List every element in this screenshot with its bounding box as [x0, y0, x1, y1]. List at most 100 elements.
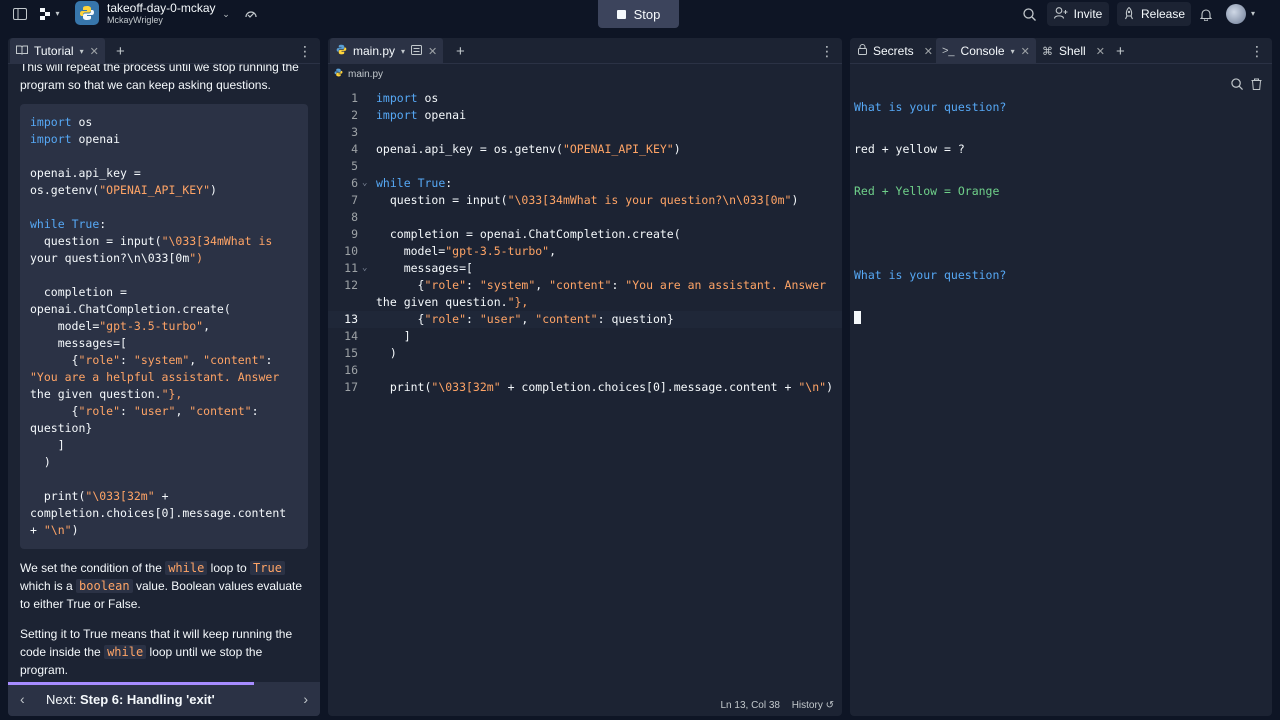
console-tabbar: Secrets ✕ >_ Console ▾ ✕ ⌘ Shell ✕ + ⋮ [850, 38, 1272, 64]
avatar[interactable] [1226, 4, 1246, 24]
code-editor[interactable]: 1 import os 2 import openai 3 4 openai.api_key… [328, 90, 842, 396]
sidebar-toggle-icon[interactable] [12, 6, 28, 22]
history-button[interactable]: History ↺ [792, 700, 834, 711]
bell-icon[interactable] [1198, 6, 1214, 22]
repl-title[interactable]: takeoff-day-0-mckay [107, 1, 216, 15]
tab-main-py[interactable]: main.py ▾ ✕ [330, 38, 444, 64]
tab-tutorial[interactable]: Tutorial ▾ ✕ [10, 38, 105, 64]
code-text: messages=[ [376, 261, 473, 275]
line-number: 6 [351, 176, 358, 190]
line-number: 7 [351, 193, 358, 207]
code-line[interactable]: 15 ) [328, 345, 842, 362]
repl-status-icon[interactable] [243, 6, 259, 22]
invite-label: Invite [1073, 7, 1103, 21]
line-number: 3 [351, 125, 358, 139]
close-icon[interactable]: ✕ [924, 45, 933, 58]
tab-shell-label: Shell [1059, 44, 1086, 58]
line-number: 17 [344, 380, 358, 394]
add-tab-icon[interactable]: + [116, 43, 125, 60]
code-line[interactable]: 9 completion = openai.ChatCompletion.cre… [328, 226, 842, 243]
code-line[interactable]: 7 question = input("\033[34mWhat is your… [328, 192, 842, 209]
editor-pane: main.py ▾ ✕ + ⋮ main.py 1 import os 2 impor… [328, 38, 842, 716]
console-output[interactable]: What is your question? red + yellow = ? … [854, 72, 1272, 352]
next-step-bar[interactable]: ‹ Next: Step 6: Handling 'exit' › [8, 682, 320, 716]
terminal-icon: >_ [942, 45, 955, 57]
code-line[interactable]: 13 {"role": "user", "content": question} [328, 311, 842, 328]
chevron-down-icon[interactable]: ▾ [80, 47, 84, 56]
breadcrumb-file[interactable]: main.py [348, 69, 383, 80]
line-number: 4 [351, 142, 358, 156]
chevron-down-icon[interactable]: ▾ [401, 47, 405, 56]
avatar-chevron-icon[interactable]: ▾ [1248, 9, 1258, 19]
code-text: import openai [376, 108, 467, 122]
cursor-position[interactable]: Ln 13, Col 38 [721, 700, 781, 711]
text-span: We set the condition of the [20, 561, 166, 575]
code-text: {"role": "user", "content": question} [376, 312, 674, 326]
chevron-left-icon[interactable]: ‹ [20, 691, 25, 707]
replit-menu-icon[interactable]: ▾ [38, 6, 62, 22]
code-line[interactable]: 6 ⌄ while True: [328, 175, 842, 192]
console-input-line[interactable] [854, 310, 1272, 324]
add-tab-icon[interactable]: + [456, 43, 465, 60]
next-step-title: Step 6: Handling 'exit' [79, 691, 215, 707]
code-text: openai.api_key = os.getenv("OPENAI_API_K… [376, 142, 681, 156]
code-line[interactable]: 14 ] [328, 328, 842, 345]
tab-tutorial-label: Tutorial [34, 44, 74, 58]
code-line[interactable]: 1 import os [328, 90, 842, 107]
tutorial-paragraph-1: We set the condition of the while loop t… [20, 559, 308, 613]
console-line: What is your question? [854, 268, 1007, 282]
split-view-icon[interactable] [411, 44, 423, 58]
stop-icon [616, 9, 626, 19]
code-line[interactable]: 5 [328, 158, 842, 175]
invite-button[interactable]: Invite [1047, 2, 1109, 26]
text-span: loop to [207, 561, 251, 575]
repl-owner[interactable]: MckayWrigley [107, 15, 163, 25]
book-icon [16, 44, 28, 58]
console-pane: Secrets ✕ >_ Console ▾ ✕ ⌘ Shell ✕ + ⋮ W… [850, 38, 1272, 716]
more-options-icon[interactable]: ⋮ [820, 43, 834, 60]
close-icon[interactable]: ✕ [1096, 45, 1105, 58]
shell-icon: ⌘ [1042, 45, 1053, 58]
tutorial-content: This will repeat the process until we st… [8, 64, 320, 682]
chevron-down-icon[interactable]: ⌄ [220, 8, 232, 20]
code-line[interactable]: 3 [328, 124, 842, 141]
code-text: ) [376, 346, 397, 360]
search-icon[interactable] [1021, 6, 1037, 22]
tab-console-label: Console [960, 44, 1005, 58]
editor-status-bar: Ln 13, Col 38 History ↺ [328, 696, 842, 716]
line-number: 2 [351, 108, 358, 122]
fold-icon[interactable]: ⌄ [362, 260, 367, 277]
chevron-down-icon[interactable]: ▾ [1011, 47, 1015, 56]
code-line[interactable]: 10 model="gpt-3.5-turbo", [328, 243, 842, 260]
more-options-icon[interactable]: ⋮ [1250, 43, 1264, 60]
tab-shell[interactable]: ⌘ Shell ✕ [1042, 38, 1105, 64]
tab-secrets[interactable]: Secrets ✕ [858, 38, 933, 64]
tab-console[interactable]: >_ Console ▾ ✕ [936, 38, 1036, 64]
rocket-icon [1123, 6, 1135, 22]
code-line[interactable]: 2 import openai [328, 107, 842, 124]
stop-button[interactable]: Stop [598, 0, 679, 28]
code-line[interactable]: 17 print("\033[32m" + completion.choices… [328, 379, 842, 396]
code-line[interactable]: 8 [328, 209, 842, 226]
next-step-label[interactable]: Next: Step 6: Handling 'exit' [46, 692, 215, 707]
close-icon[interactable]: ✕ [428, 45, 437, 58]
tutorial-code: import os import openai openai.api_key =… [30, 115, 287, 537]
code-line[interactable]: the given question."}, [328, 294, 842, 311]
console-line: Red + Yellow = Orange [854, 184, 1000, 198]
code-line[interactable]: 4 openai.api_key = os.getenv("OPENAI_API_… [328, 141, 842, 158]
close-icon[interactable]: ✕ [1021, 45, 1030, 58]
close-icon[interactable]: ✕ [90, 45, 99, 58]
editor-tabbar: main.py ▾ ✕ + ⋮ [328, 38, 842, 64]
code-line[interactable]: 12 {"role": "system", "content": "You ar… [328, 277, 842, 294]
more-options-icon[interactable]: ⋮ [298, 43, 312, 60]
release-button[interactable]: Release [1117, 2, 1191, 26]
line-number: 12 [344, 278, 358, 292]
chevron-right-icon[interactable]: › [303, 691, 308, 707]
tab-secrets-label: Secrets [873, 44, 914, 58]
code-text: {"role": "system", "content": "You are a… [376, 278, 827, 292]
code-line[interactable]: 16 [328, 362, 842, 379]
code-line[interactable]: 11 ⌄ messages=[ [328, 260, 842, 277]
add-tab-icon[interactable]: + [1116, 43, 1125, 60]
fold-icon[interactable]: ⌄ [362, 175, 367, 192]
